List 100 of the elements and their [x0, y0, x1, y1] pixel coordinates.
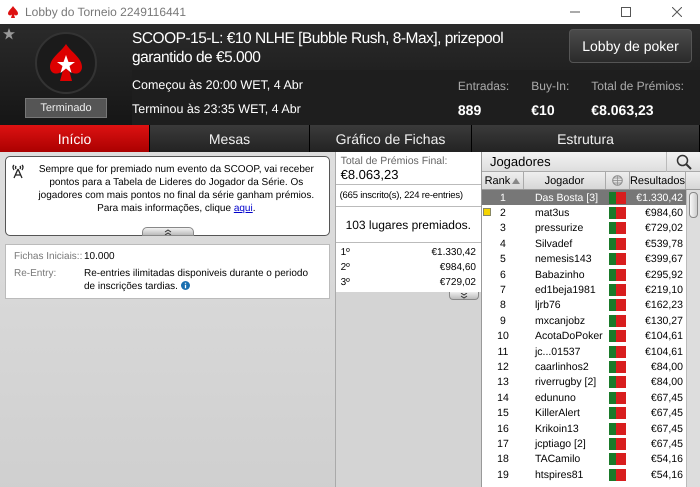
window-title: Lobby do Torneio 2249116441	[25, 5, 188, 19]
player-result: €130,27	[644, 314, 684, 327]
player-row[interactable]: 6 Babazinho €295,92	[482, 266, 686, 282]
flag-icon	[608, 453, 626, 466]
player-row[interactable]: 10 AcotaDoPoker €104,61	[482, 328, 686, 344]
player-row[interactable]: 9 mxcanjobz €130,27	[482, 313, 686, 329]
lobby-button[interactable]: Lobby de poker	[569, 29, 692, 63]
player-row[interactable]: 11 jc...01537 €104,61	[482, 344, 686, 360]
column-header[interactable]: Resultados	[630, 172, 686, 189]
player-row[interactable]: 4 Silvadef €539,78	[482, 236, 686, 252]
player-row[interactable]: 3 pressurize €729,02	[482, 220, 686, 236]
player-name: caarlinhos2	[534, 360, 590, 373]
player-rank: 11	[496, 346, 510, 358]
player-row[interactable]: 19 htspires81 €54,16	[482, 467, 686, 482]
player-name: ed1beja1981	[534, 284, 597, 296]
status-label: Terminado	[25, 98, 107, 118]
player-rank: 8	[499, 299, 507, 312]
player-rank: 7	[499, 284, 507, 296]
star-icon[interactable]	[3, 28, 15, 40]
detail-value: 10.000	[84, 250, 116, 263]
tab[interactable]: Mesas	[150, 125, 310, 152]
player-row[interactable]: 16 Krikoin13 €67,45	[482, 420, 686, 436]
flag-icon	[608, 299, 626, 312]
prize-total: €8.063,23	[336, 167, 481, 185]
scroll-thumb[interactable]	[689, 192, 698, 218]
close-icon	[672, 7, 682, 17]
stat-label: Buy-In:	[531, 79, 570, 93]
player-rank: 12	[496, 360, 510, 373]
player-row[interactable]: 14 edununo €67,45	[482, 390, 686, 406]
collapse-icon	[164, 228, 172, 234]
link[interactable]: aqui	[234, 203, 253, 214]
detail-label: Re-Entry:	[14, 267, 58, 281]
player-name: htspires81	[534, 468, 584, 481]
detail-label: Fichas Iniciais::	[14, 250, 84, 263]
player-rank: 4	[499, 238, 507, 250]
player-row[interactable]: 18 TACamilo €54,16	[482, 452, 686, 468]
player-result: €162,23	[644, 299, 684, 312]
flag-icon	[608, 192, 626, 204]
player-result: €104,61	[644, 346, 684, 358]
prize-amount: €1.330,42	[431, 246, 476, 259]
expand-icon	[460, 292, 468, 298]
tab[interactable]: Estrutura	[472, 125, 700, 152]
player-rank: 16	[496, 422, 510, 435]
player-row[interactable]: 5 nemesis143 €399,67	[482, 252, 686, 267]
player-row[interactable]: 12 caarlinhos2 €84,00	[482, 359, 686, 375]
player-result: €67,45	[650, 422, 684, 435]
player-rank: 3	[499, 222, 507, 234]
flag-icon	[608, 407, 626, 420]
player-name: edununo	[534, 392, 577, 404]
player-name: nemesis143	[534, 253, 593, 266]
column-header[interactable]: Rank	[482, 172, 524, 189]
player-rank: 10	[496, 330, 510, 342]
info-icon[interactable]	[180, 281, 190, 290]
flag-icon	[608, 392, 626, 404]
player-rank: 14	[496, 392, 510, 404]
player-rank: 2	[499, 207, 507, 220]
player-row[interactable]: 1 Das Bosta [3] €1.330,42	[482, 190, 686, 206]
player-row[interactable]: 2 mat3us €984,60	[482, 205, 686, 221]
prize-place: 1º	[340, 246, 350, 259]
player-row[interactable]: 17 jcptiago [2] €67,45	[482, 436, 686, 452]
player-name: Das Bosta [3]	[534, 192, 599, 204]
spade-icon	[6, 5, 20, 19]
collapse-handle[interactable]	[142, 227, 194, 236]
player-rank: 17	[496, 438, 510, 450]
stat-label: Entradas:	[458, 79, 510, 93]
player-row[interactable]: 13 riverrugby [2] €84,00	[482, 374, 686, 390]
player-name: jcptiago [2]	[534, 438, 587, 450]
player-rank: 19	[496, 468, 510, 481]
player-rank: 5	[499, 253, 507, 266]
player-result: €984,60	[644, 207, 684, 220]
flag-icon	[608, 438, 626, 450]
scrollbar[interactable]	[686, 190, 700, 487]
flag-icon	[608, 238, 626, 250]
player-row[interactable]: 15 KillerAlert €67,45	[482, 405, 686, 421]
player-result: €84,00	[650, 376, 684, 388]
tab[interactable]: Gráfico de Fichas	[310, 125, 472, 152]
stat-value: 889	[458, 102, 482, 118]
player-name: Babazinho	[534, 268, 586, 281]
player-result: €54,16	[650, 453, 684, 466]
player-row[interactable]: 7 ed1beja1981 €219,10	[482, 282, 686, 298]
notice-text: Sempre que for premiado num evento da SCOOP, vai receber pontos para a Tabela de Lideres do Jogador da Série. Os jogadores com mais pontos no final da série ganham prémios. Para mais informações, clique aqui.	[37, 163, 316, 215]
prize-amount: €729,02	[440, 276, 476, 289]
tab[interactable]: Início	[0, 125, 150, 152]
player-row[interactable]: 8 ljrb76 €162,23	[482, 298, 686, 314]
player-rank: 1	[499, 192, 507, 204]
player-name: TACamilo	[534, 453, 582, 466]
player-name: Silvadef	[534, 238, 574, 250]
player-rank: 13	[496, 376, 510, 388]
column-header[interactable]: Jogador	[524, 172, 606, 189]
expand-handle[interactable]	[448, 292, 479, 300]
player-result: €84,00	[650, 360, 684, 373]
player-name: ljrb76	[534, 299, 562, 312]
player-result: €219,10	[644, 284, 684, 296]
player-name: jc...01537	[534, 346, 582, 358]
stat-label: Total de Prémios:	[591, 79, 684, 93]
player-result: €67,45	[650, 392, 684, 404]
flag-icon	[608, 222, 626, 234]
player-result: €104,61	[644, 330, 684, 342]
flag-icon	[608, 468, 626, 481]
player-result: €67,45	[650, 438, 684, 450]
